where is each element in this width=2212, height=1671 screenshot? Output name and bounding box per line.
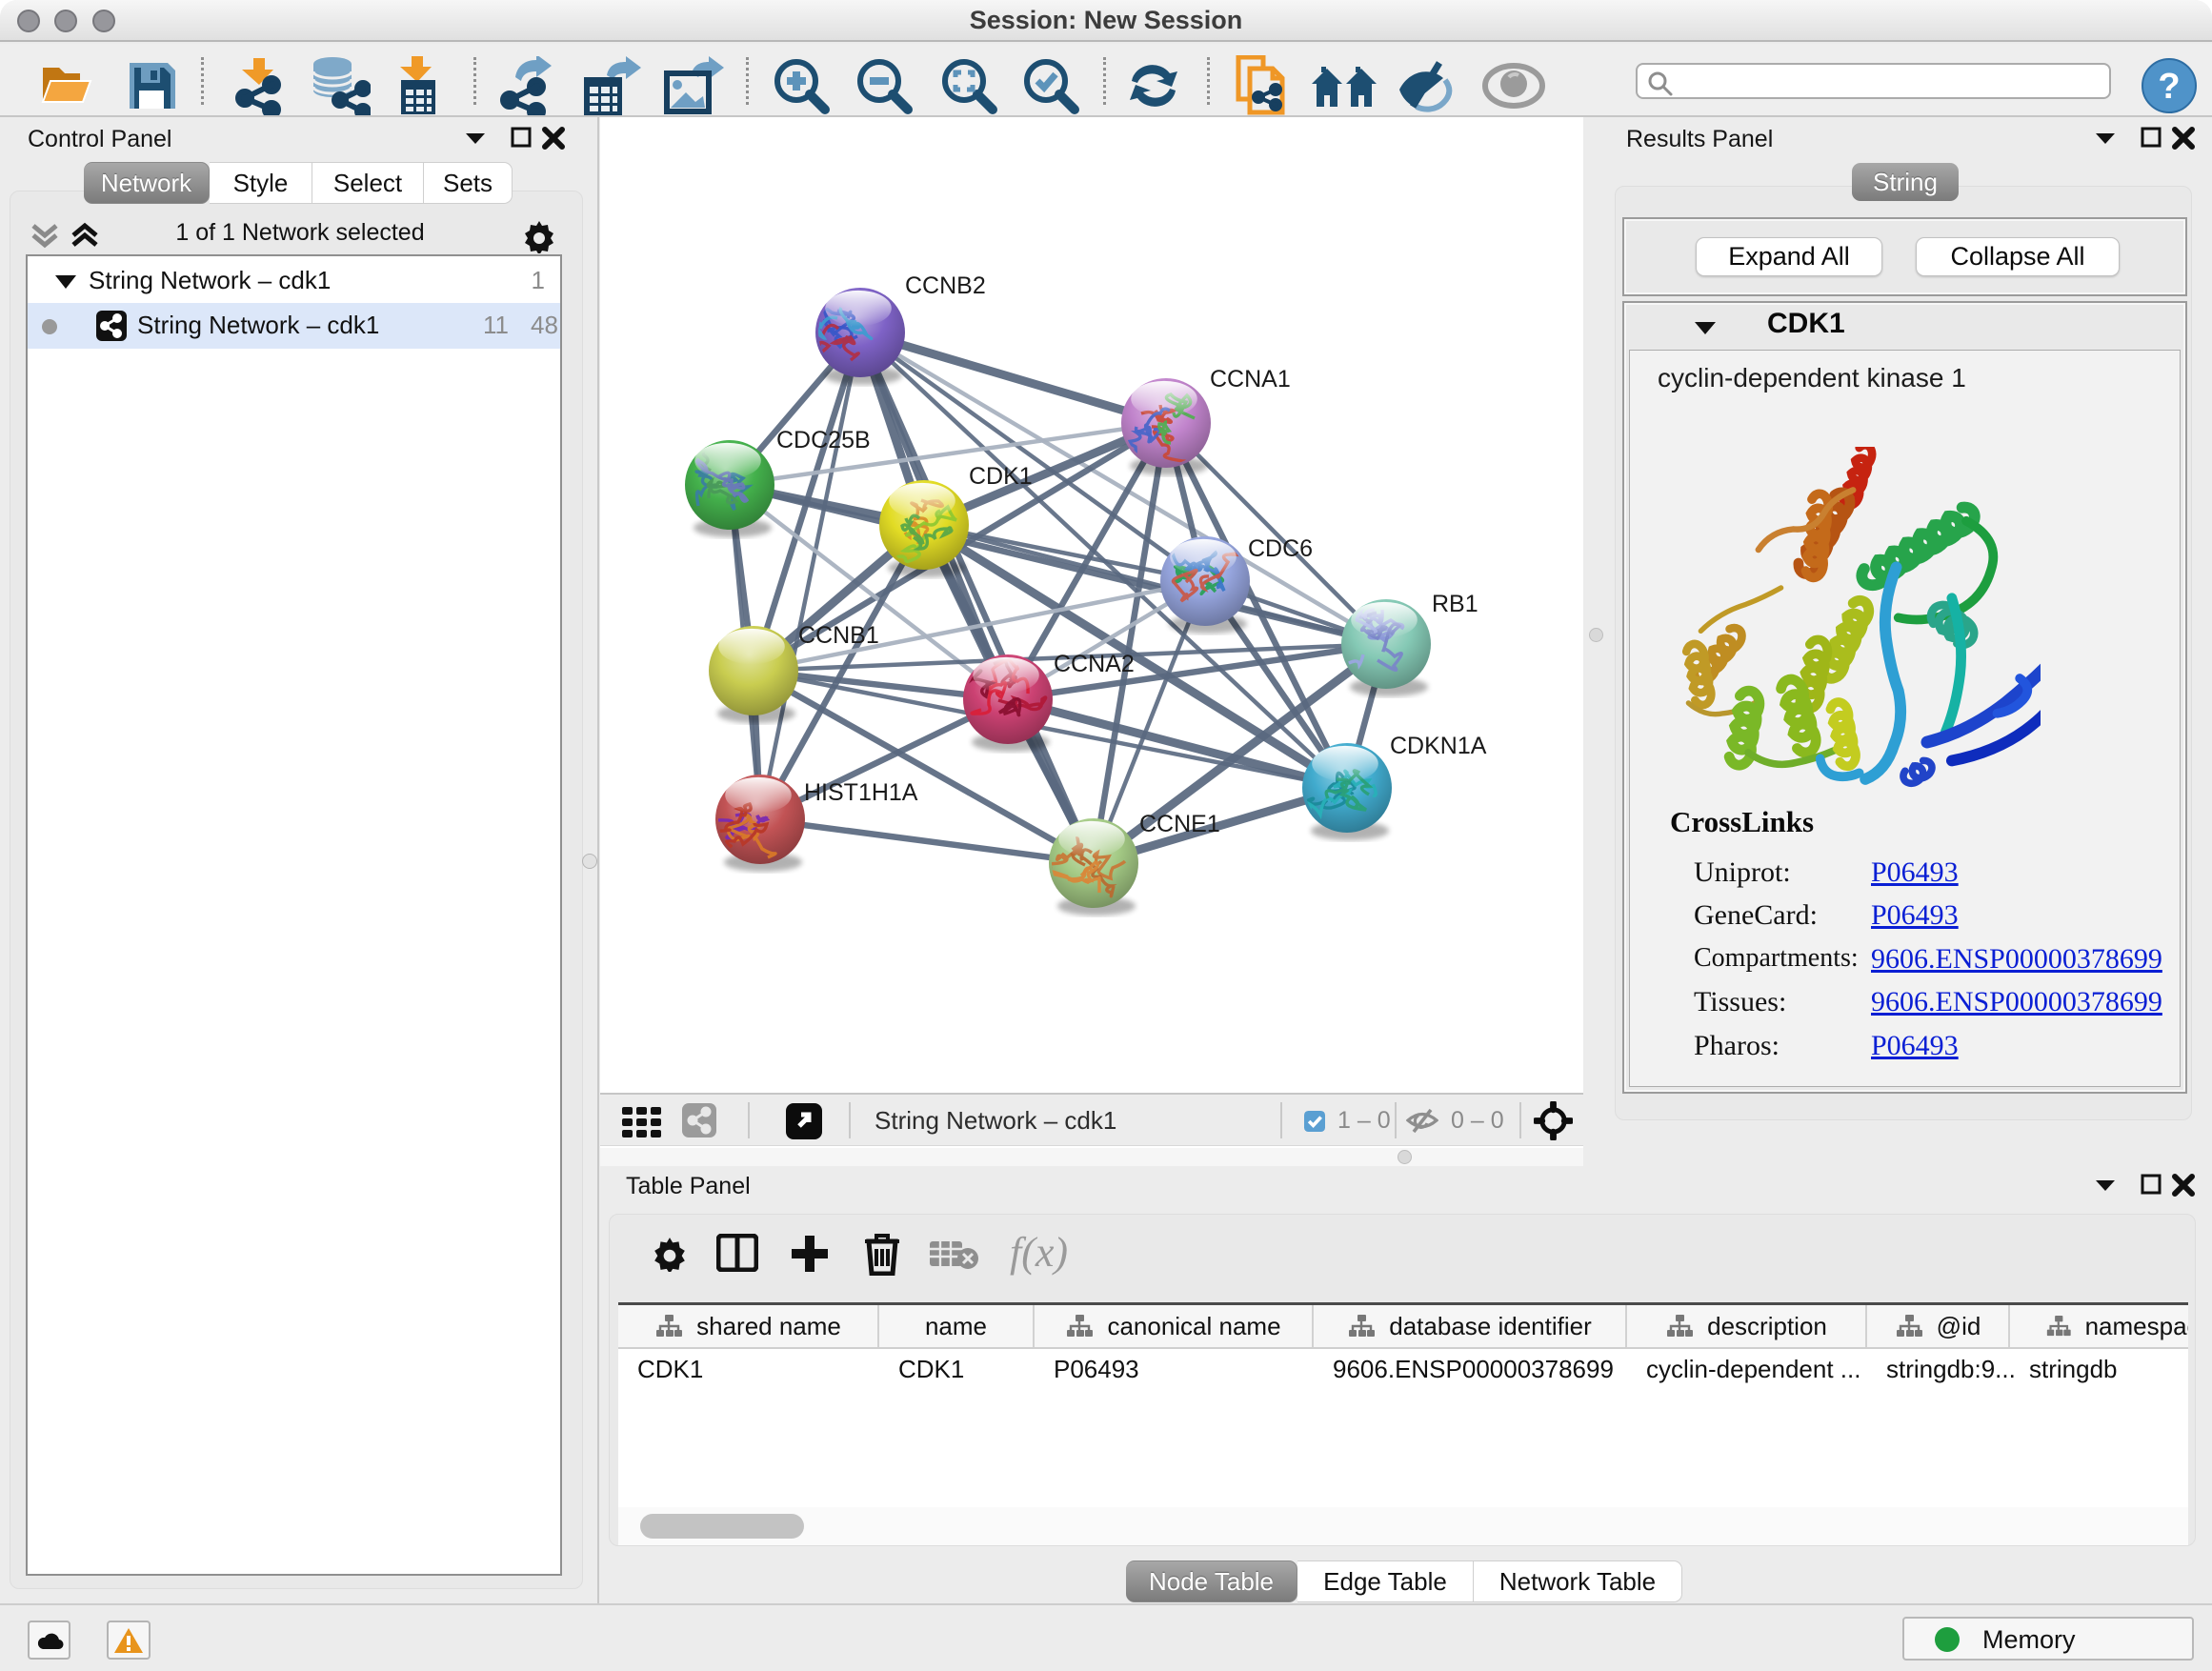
svg-text:CDC6: CDC6	[1248, 535, 1313, 562]
svg-text:CDKN1A: CDKN1A	[1390, 733, 1487, 759]
svg-text:HIST1H1A: HIST1H1A	[804, 779, 918, 806]
svg-text:CCNA2: CCNA2	[1054, 651, 1135, 677]
svg-text:CCNB2: CCNB2	[905, 272, 986, 299]
svg-text:?: ?	[2158, 67, 2180, 107]
svg-text:CDK1: CDK1	[969, 463, 1033, 490]
svg-text:CCNA1: CCNA1	[1210, 366, 1291, 393]
svg-text:CDC25B: CDC25B	[776, 427, 871, 453]
svg-text:CCNB1: CCNB1	[798, 622, 879, 649]
svg-text:RB1: RB1	[1432, 591, 1478, 617]
svg-text:CCNE1: CCNE1	[1139, 811, 1220, 837]
